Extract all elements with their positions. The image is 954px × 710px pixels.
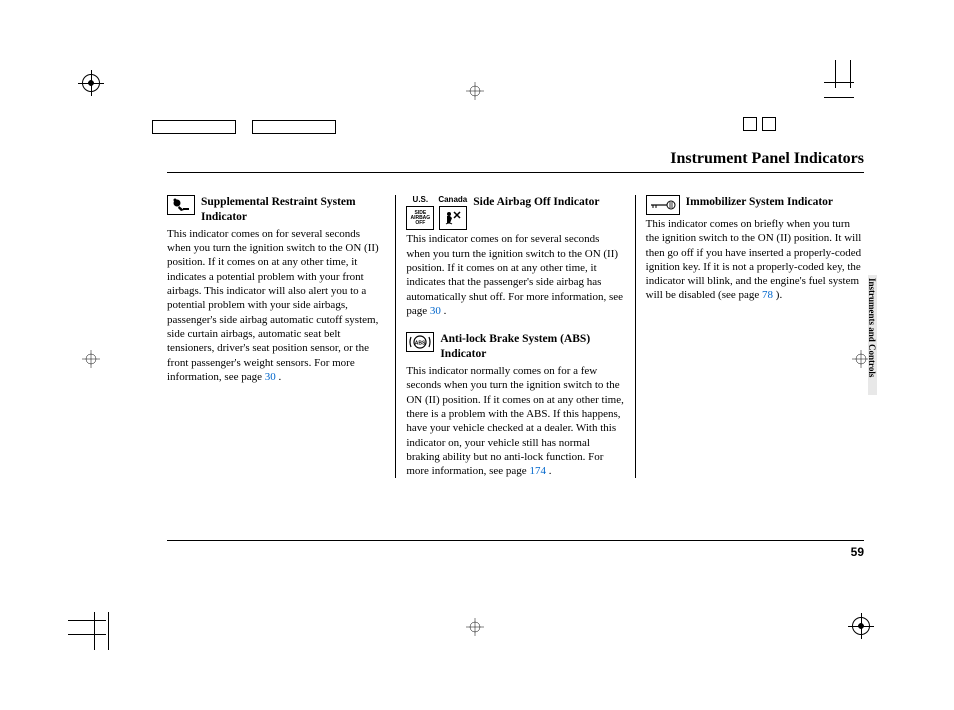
column-1: Supplemental Restraint System Indicator …	[167, 195, 395, 478]
crop-mark	[68, 620, 106, 621]
section-tab-label: Instruments and Controls	[867, 278, 877, 377]
page-link[interactable]: 30	[430, 305, 441, 317]
srs-header: Supplemental Restraint System Indicator	[167, 195, 385, 225]
srs-airbag-icon	[167, 195, 195, 215]
abs-title: Anti-lock Brake System (ABS) Indicator	[440, 332, 624, 362]
page-title: Instrument Panel Indicators	[670, 150, 864, 168]
content-area: Supplemental Restraint System Indicator …	[167, 195, 864, 478]
page-number: 59	[851, 545, 864, 559]
svg-text:ABS: ABS	[415, 341, 426, 347]
key-icon	[646, 195, 680, 215]
crop-mark	[108, 612, 109, 650]
column-2: U.S. SIDE AIRBAG OFF Canada	[395, 195, 634, 478]
crosshair-icon	[82, 350, 100, 368]
crop-mark	[850, 60, 851, 88]
column-3: Immobilizer System Indicator This indica…	[635, 195, 864, 478]
immobilizer-header: Immobilizer System Indicator	[646, 195, 864, 215]
crop-mark	[68, 634, 106, 635]
abs-icon: ABS	[406, 332, 434, 352]
registration-mark	[82, 74, 100, 92]
srs-body-end: .	[276, 371, 282, 383]
side-airbag-body: This indicator comes on for several seco…	[406, 232, 624, 318]
color-bar	[743, 117, 757, 131]
page-link[interactable]: 78	[762, 289, 773, 301]
crosshair-icon	[466, 82, 484, 100]
side-airbag-title: Side Airbag Off Indicator	[473, 195, 599, 210]
color-bar	[252, 120, 336, 134]
side-airbag-canada-icon	[439, 206, 467, 230]
side-airbag-icons: U.S. SIDE AIRBAG OFF Canada	[406, 195, 467, 230]
us-label: U.S.	[413, 195, 429, 205]
registration-mark	[852, 617, 870, 635]
footer-rule	[167, 540, 864, 541]
abs-body-text: This indicator normally comes on for a f…	[406, 365, 624, 477]
srs-title: Supplemental Restraint System Indicator	[201, 195, 385, 225]
crosshair-icon	[466, 618, 484, 636]
immobilizer-body-end: ).	[773, 289, 782, 301]
immobilizer-body-text: This indicator comes on briefly when you…	[646, 218, 862, 301]
srs-body: This indicator comes on for several seco…	[167, 227, 385, 384]
srs-body-text: This indicator comes on for several seco…	[167, 228, 379, 383]
side-airbag-header: U.S. SIDE AIRBAG OFF Canada	[406, 195, 624, 230]
crop-mark	[835, 60, 836, 88]
header-rule	[167, 172, 864, 173]
canada-label: Canada	[438, 195, 467, 205]
page-link[interactable]: 30	[265, 371, 276, 383]
abs-body: This indicator normally comes on for a f…	[406, 364, 624, 478]
side-airbag-us-icon: SIDE AIRBAG OFF	[406, 206, 434, 230]
crop-mark	[94, 612, 95, 650]
abs-body-end: .	[546, 465, 552, 477]
abs-header: ABS Anti-lock Brake System (ABS) Indicat…	[406, 332, 624, 362]
color-bar	[762, 117, 776, 131]
color-bar	[152, 120, 236, 134]
immobilizer-body: This indicator comes on briefly when you…	[646, 217, 864, 303]
page-link[interactable]: 174	[529, 465, 546, 477]
crop-mark	[824, 97, 854, 98]
immobilizer-title: Immobilizer System Indicator	[686, 195, 833, 210]
side-airbag-body-end: .	[441, 305, 447, 317]
